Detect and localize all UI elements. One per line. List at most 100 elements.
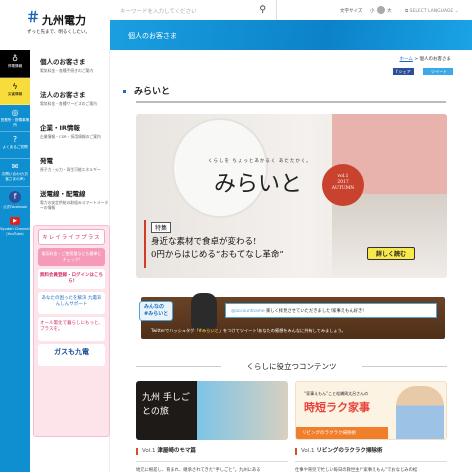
search-input[interactable]: キーワードを入力してください ⚲	[110, 0, 277, 20]
tweet-bubble: @accountname 楽しく拝見させていただきました!家事えもん好き!	[225, 303, 437, 318]
nav-title: 発電	[40, 157, 53, 165]
language-select[interactable]: ⧉ SELECT LANGUAGE ⌄	[405, 8, 458, 14]
person-photo	[396, 386, 444, 439]
accent-bar	[144, 220, 146, 268]
card-text: 仕事や育児で忙しい毎日の救世主!“家事えもん”でおなじみの松	[295, 468, 418, 473]
strip-contact[interactable]: ✉ お問い合わせ(お客さまの声)	[0, 159, 30, 187]
strip-label: よくあるご質問	[2, 145, 28, 149]
youtube-icon: ▶	[10, 217, 20, 225]
twitter-instructions: Twitterでハッシュタグ「#みらいと」をつけてツイート!あなたの感想をみんな…	[151, 328, 346, 334]
strip-outage[interactable]: ♁ 停電情報	[0, 50, 30, 78]
card-title-text: リビングのラクラク掃除術	[316, 448, 383, 454]
issue-season: AUTUMN	[331, 186, 355, 191]
card-image-title: 時短ラク家事	[304, 401, 370, 414]
strip-youtube[interactable]: ▶ Kyuden Channel (YouTube)	[0, 215, 30, 245]
card-vol: Vol.1	[301, 448, 315, 454]
headline-line2: 0円からはじめる“おもてなし革命”	[151, 250, 284, 260]
tweet-button[interactable]: 🐦ツイート	[423, 68, 453, 75]
character-illustration	[191, 293, 217, 329]
nav-title: 法人のお客さま	[40, 91, 86, 99]
lightning-icon: ϟ	[12, 82, 18, 91]
divider	[136, 461, 288, 462]
strip-label: 公式Facebook	[2, 205, 28, 209]
breadcrumb: ホーム > 個人のお客さま	[300, 56, 451, 62]
section-heading: くらしに役立つコンテンツ	[136, 361, 447, 372]
card-image-band: リビングのラクラク掃除術	[296, 427, 388, 439]
font-small-button[interactable]: 小	[370, 8, 375, 14]
tweet-account: @accountname	[231, 309, 265, 314]
logo-tagline: ずっと先まで、明るくしたい。	[27, 30, 90, 35]
banner-title: 個人のお客さま	[128, 32, 177, 40]
anshin-support-link[interactable]: あなたの困ったを解決 九電あんしんサポート	[38, 292, 105, 314]
mail-icon: ✉	[11, 162, 19, 171]
hashtag: #みらいと	[144, 311, 169, 317]
nav-personal[interactable]: 個人のお客さま 電気料金・各種手続きのご案内	[30, 50, 109, 83]
logo[interactable]: ＃ 九州電力 ずっと先まで、明るくしたい。	[0, 0, 110, 50]
kirei-life-plus-promo: キレイライフプラス 電気料金・ご使用量なども簡単にチェック! 無料会員登録・ログ…	[33, 225, 110, 437]
nav-title: 企業・IR情報	[40, 124, 80, 132]
title-underline	[136, 101, 446, 103]
location-pin-icon: ◎	[11, 108, 19, 117]
promo-check: 電気料金・ご使用量なども簡単にチェック!	[38, 248, 105, 266]
nav-desc: 電力の安定供給の取組みスマートメーターの情報	[40, 200, 109, 210]
strip-facebook[interactable]: f 公式Facebook	[0, 187, 30, 215]
read-more-button[interactable]: 詳しく読む	[367, 247, 416, 260]
header-tools: 文字サイズ 小 大 ⧉ SELECT LANGUAGE ⌄	[277, 0, 472, 20]
nav-desc: 電気料金・各種手続きのご案内	[40, 68, 94, 73]
nav-desc: 電気料金・各種サービスのご案内	[40, 101, 97, 106]
strip-disaster[interactable]: ϟ 災害情報	[0, 78, 30, 105]
quick-links-strip: ♁ 停電情報 ϟ 災害情報 ◎ 営業所・配電事業所 ? よくあるご質問 ✉ お問い合わせ(…	[0, 50, 30, 472]
all-electric-link[interactable]: オール電化で暮らしにもっと、プラスを。	[38, 317, 105, 341]
card-title: Vol.1 リビングのラクラク掃除術	[295, 448, 447, 455]
feature-headline: 身近な素材で食卓が変わる! 0円からはじめる“おもてなし革命”	[151, 236, 284, 262]
section-banner: 個人のお客さま	[110, 20, 472, 50]
strip-label: お問い合わせ(お客さまの声)	[1, 172, 29, 181]
card-text: 地元に根差し、育まれ、継承されてきた“手しごと”。九州にある	[136, 468, 261, 473]
hero-feature-banner[interactable]: くらしを ちょっとあかるく あたたかく。 みらいと vol.1 2017 AUTUM…	[136, 114, 447, 278]
card-image: “家事えもん”こと松橋周太呂さんの 時短ラク家事 リビングのラクラク掃除術	[295, 381, 447, 440]
logo-name: 九州電力	[42, 14, 86, 27]
promo-title[interactable]: キレイライフプラス	[38, 229, 105, 245]
strip-label: 停電情報	[7, 64, 23, 68]
gas-link[interactable]: ガスも九電	[38, 344, 105, 366]
strip-offices[interactable]: ◎ 営業所・配電事業所	[0, 105, 30, 132]
breadcrumb-sep: >	[414, 57, 419, 62]
register-login-button[interactable]: 無料会員登録・ログインはこちら!	[38, 269, 105, 289]
search-icon[interactable]: ⚲	[259, 5, 266, 15]
facebook-icon: f	[9, 191, 21, 203]
feature-tag: 特集	[151, 222, 172, 233]
nav-business[interactable]: 法人のお客さま電気料金・各種サービスのご案内	[30, 83, 109, 116]
content-card[interactable]: 九州 手しごとの旅 Vol.1 津屋崎のモマ篇 地元に根差し、育まれ、継承されて…	[136, 381, 288, 473]
issue-year: 2017	[337, 180, 349, 185]
breadcrumb-home[interactable]: ホーム	[399, 57, 412, 62]
font-size-label: 文字サイズ	[340, 9, 363, 14]
facebook-share-button[interactable]: f シェア	[393, 68, 414, 75]
card-title: Vol.1 津屋崎のモマ篇	[136, 448, 288, 455]
search-placeholder: キーワードを入力してください	[120, 9, 197, 15]
issue-vol: vol.1	[337, 174, 349, 179]
nav-transmission[interactable]: 送電線・配電線電力の安定供給の取組みスマートメーターの情報	[30, 182, 109, 215]
card-image: 九州 手しごとの旅	[136, 381, 288, 440]
hero-subtitle: くらしを ちょっとあかるく あたたかく。	[208, 159, 312, 164]
strip-label: 営業所・配電事業所	[0, 118, 30, 127]
card-title-text: 津屋崎のモマ篇	[157, 448, 196, 454]
font-size-toggle[interactable]	[377, 6, 385, 14]
page-title: みらいと	[123, 84, 170, 97]
card-vol: Vol.1	[142, 448, 156, 454]
nav-generation[interactable]: 発電 原子力・火力・再生可能エネルギー	[30, 149, 109, 182]
font-large-button[interactable]: 大	[387, 8, 392, 14]
instr-post: 」をつけてツイート!あなたの感想をみんなに共有してみましょう。	[218, 328, 346, 333]
nav-title: 送電線・配電線	[40, 190, 86, 198]
hashtag-tag: みんなの #みらいと	[139, 301, 174, 321]
nav-corporate-ir[interactable]: 企業・IR情報企業情報・CSR・採用情報のご案内	[30, 116, 109, 149]
twitter-hashtag-banner[interactable]: みんなの #みらいと @accountname 楽しく拝見させていただきました!家…	[139, 293, 445, 339]
hero-logo: みらいと	[214, 172, 303, 197]
card-image-title: 九州 手しごとの旅	[142, 393, 190, 417]
strip-faq[interactable]: ? よくあるご質問	[0, 132, 30, 159]
strip-label: Kyuden Channel (YouTube)	[0, 227, 30, 236]
nav-desc: 企業情報・CSR・採用情報のご案内	[40, 134, 101, 139]
divider	[295, 461, 447, 462]
breadcrumb-current: 個人のお客さま	[419, 57, 452, 62]
content-card[interactable]: “家事えもん”こと松橋周太呂さんの 時短ラク家事 リビングのラクラク掃除術 Vo…	[295, 381, 447, 473]
issue-badge: vol.1 2017 AUTUMN	[322, 164, 364, 206]
